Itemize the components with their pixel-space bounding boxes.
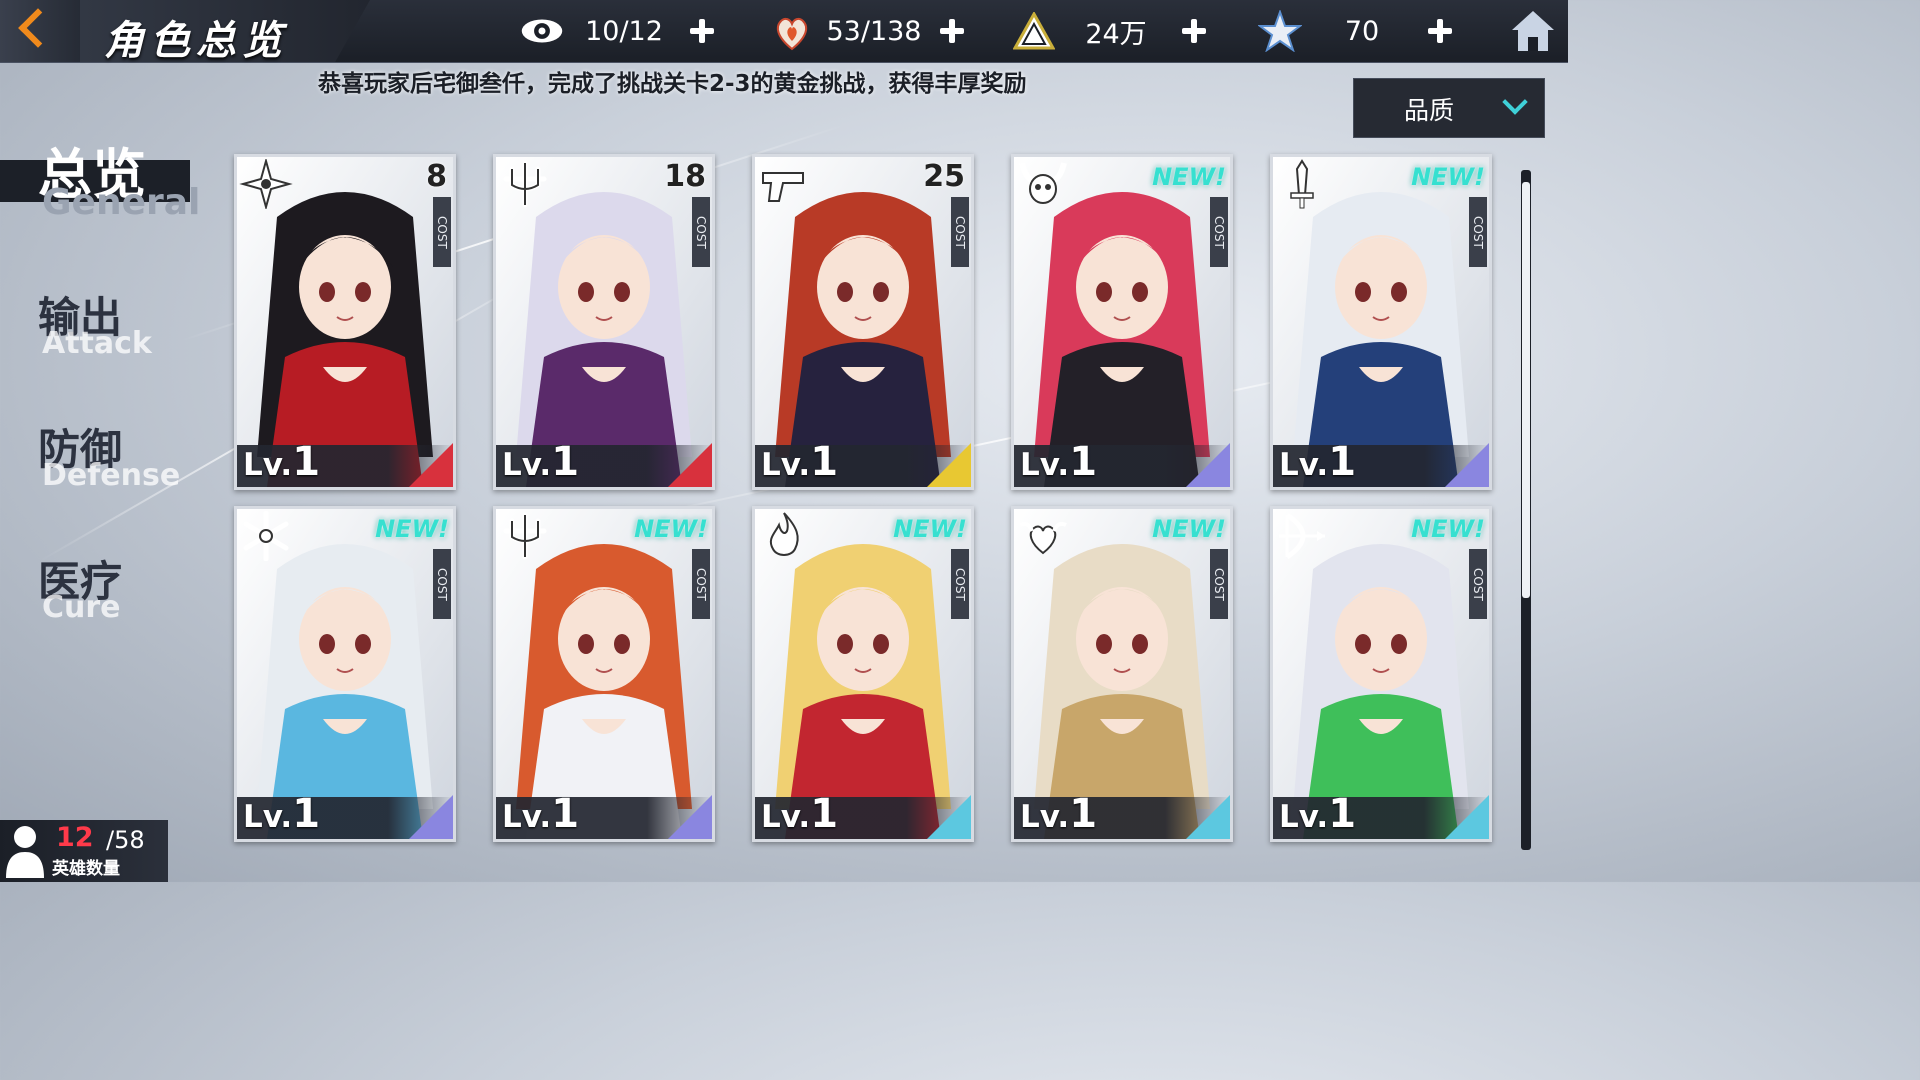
rarity-corner: [1445, 795, 1489, 839]
character-card[interactable]: Lv.1 COST 18: [493, 154, 715, 490]
new-badge: NEW!: [893, 515, 967, 543]
sword-icon: [1290, 159, 1314, 209]
sidebar-item-cure[interactable]: 医疗 Cure: [0, 546, 210, 646]
sidebar-item-sublabel: General: [42, 182, 201, 223]
sidebar-item-sublabel: Cure: [42, 590, 121, 625]
sidebar-item-sublabel: Attack: [42, 326, 152, 361]
hero-count-current: 12: [56, 822, 94, 853]
level-label: Lv.1: [243, 439, 321, 485]
triangle-gem-icon: [1012, 9, 1056, 53]
coins-value: 24万: [1085, 18, 1147, 50]
cost-label: COST: [692, 549, 710, 619]
character-card[interactable]: Lv.1 COST NEW!: [234, 506, 456, 842]
cost-label: COST: [433, 549, 451, 619]
resource-coins: 24万: [1012, 0, 1212, 62]
person-icon: [6, 826, 44, 878]
level-label: Lv.1: [1020, 439, 1098, 485]
rarity-corner: [927, 443, 971, 487]
character-card[interactable]: Lv.1 COST NEW!: [1011, 154, 1233, 490]
shuriken-icon: [239, 159, 293, 209]
scrollbar-thumb[interactable]: [1522, 182, 1530, 598]
sidebar-item-attack[interactable]: 输出 Attack: [0, 282, 210, 382]
hero-count-total: /58: [106, 826, 145, 854]
new-badge: NEW!: [1411, 163, 1485, 191]
page-title: 角色总览: [104, 18, 288, 64]
bow-icon: [1279, 512, 1325, 560]
pistol-icon: [762, 172, 804, 202]
level-label: Lv.1: [1279, 791, 1357, 837]
new-badge: NEW!: [634, 515, 708, 543]
cost-label: COST: [1210, 549, 1228, 619]
level-label: Lv.1: [243, 791, 321, 837]
winged-heart-icon: [1019, 521, 1067, 555]
character-card[interactable]: Lv.1 COST 25: [752, 154, 974, 490]
rarity-corner: [1186, 443, 1230, 487]
level-label: Lv.1: [1020, 791, 1098, 837]
back-arrow-icon: [18, 8, 58, 48]
sidebar-item-defense[interactable]: 防御 Defense: [0, 414, 210, 514]
sidebar-item-general[interactable]: 总览 General: [0, 126, 210, 226]
level-label: Lv.1: [761, 791, 839, 837]
rarity-corner: [668, 443, 712, 487]
sidebar-item-sublabel: Defense: [42, 458, 181, 493]
cost-label: COST: [951, 197, 969, 267]
chevron-down-icon: [1502, 89, 1528, 115]
cost-value: 25: [923, 159, 965, 194]
cost-label: COST: [1469, 549, 1487, 619]
cost-label: COST: [433, 197, 451, 267]
broadcast-ticker: 恭喜玩家后宅御叁仟，完成了挑战关卡2-3的黄金挑战，获得丰厚奖励: [318, 71, 1027, 97]
level-label: Lv.1: [1279, 439, 1357, 485]
character-card[interactable]: Lv.1 COST NEW!: [752, 506, 974, 842]
cost-label: COST: [1210, 197, 1228, 267]
character-card[interactable]: Lv.1 COST 8: [234, 154, 456, 490]
new-badge: NEW!: [1152, 515, 1226, 543]
cost-value: 18: [664, 159, 706, 194]
energy-value: 53/138: [826, 15, 922, 47]
character-card[interactable]: Lv.1 COST NEW!: [493, 506, 715, 842]
resource-energy: 53/138: [770, 0, 970, 62]
stamina-value: 10/12: [585, 15, 663, 47]
rarity-corner: [409, 443, 453, 487]
gems-value: 70: [1344, 15, 1380, 47]
cost-label: COST: [951, 549, 969, 619]
character-card[interactable]: Lv.1 COST NEW!: [1270, 506, 1492, 842]
trident-crest-icon: [503, 512, 547, 560]
level-label: Lv.1: [761, 439, 839, 485]
flame-icon: [769, 512, 799, 556]
new-badge: NEW!: [1411, 515, 1485, 543]
character-card[interactable]: Lv.1 COST NEW!: [1270, 154, 1492, 490]
rarity-corner: [1445, 443, 1489, 487]
cost-label: COST: [692, 197, 710, 267]
star-badge-icon: [1258, 9, 1302, 53]
home-icon: [1512, 11, 1554, 51]
rarity-corner: [409, 795, 453, 839]
level-label: Lv.1: [502, 439, 580, 485]
back-button[interactable]: [0, 0, 80, 62]
rarity-corner: [1186, 795, 1230, 839]
add-energy-button[interactable]: [934, 13, 970, 49]
sort-dropdown[interactable]: 品质: [1353, 78, 1545, 138]
cost-value: 8: [426, 159, 447, 194]
new-badge: NEW!: [375, 515, 449, 543]
resource-stamina: 10/12: [520, 0, 720, 62]
trident-crest-icon: [503, 160, 547, 208]
character-card[interactable]: Lv.1 COST NEW!: [1011, 506, 1233, 842]
level-label: Lv.1: [502, 791, 580, 837]
hero-count-label: 英雄数量: [52, 859, 120, 879]
rarity-corner: [668, 795, 712, 839]
rarity-corner: [927, 795, 971, 839]
cost-label: COST: [1469, 197, 1487, 267]
sort-dropdown-label: 品质: [1404, 96, 1455, 125]
add-gems-button[interactable]: [1422, 13, 1458, 49]
eye-icon: [520, 9, 564, 53]
resource-gems: 70: [1258, 0, 1458, 62]
horned-skull-icon: [1019, 162, 1067, 204]
add-coins-button[interactable]: [1176, 13, 1212, 49]
new-badge: NEW!: [1152, 163, 1226, 191]
add-stamina-button[interactable]: [684, 13, 720, 49]
heart-flame-icon: [770, 9, 814, 53]
snowflake-icon: [243, 511, 289, 561]
home-button[interactable]: [1510, 8, 1556, 54]
